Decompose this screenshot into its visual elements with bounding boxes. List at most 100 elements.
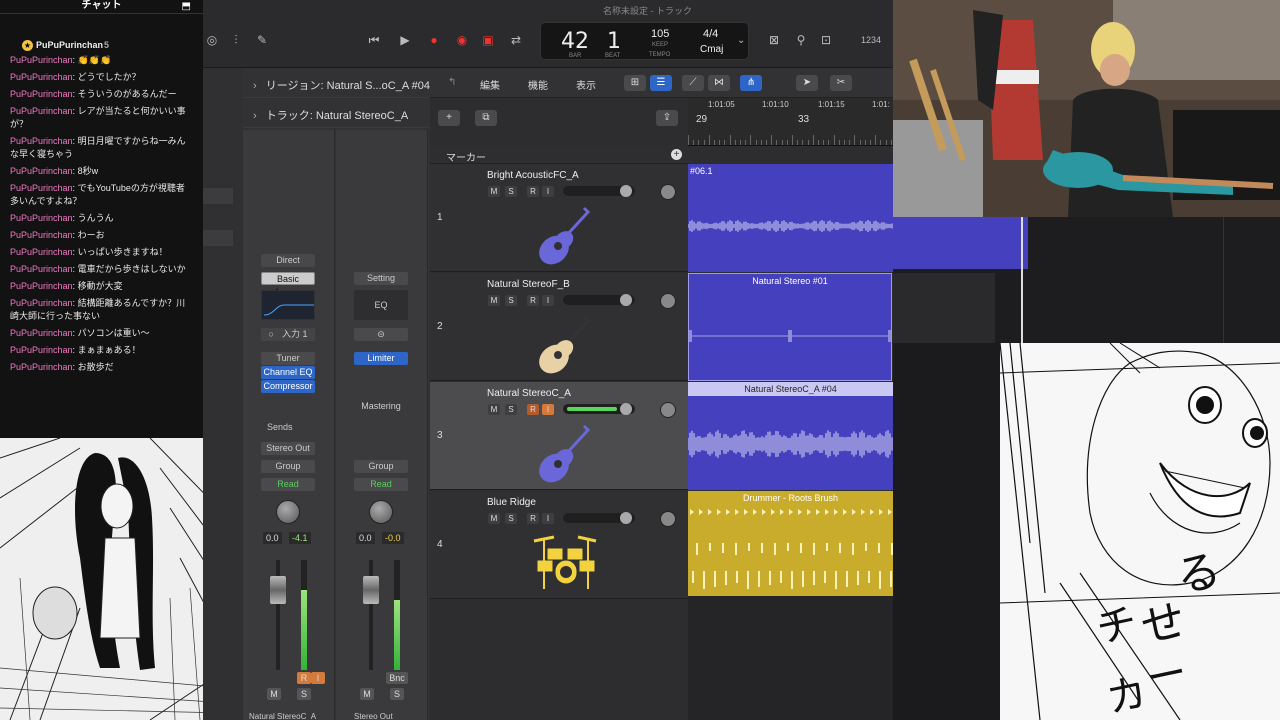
input-monitor-button[interactable]: I xyxy=(311,672,325,684)
drummer-region[interactable]: Drummer - Roots Brush xyxy=(688,491,893,599)
add-track-button[interactable]: + xyxy=(438,110,460,126)
pointer-tool-icon[interactable]: ➤ xyxy=(796,75,818,91)
chat-menu-icon[interactable]: ⬒ xyxy=(182,1,191,13)
chat-username[interactable]: PuPuPurinchan xyxy=(10,106,73,116)
track-mute-button[interactable]: M xyxy=(488,186,500,197)
chat-username[interactable]: PuPuPurinchan xyxy=(10,328,73,338)
lcd-display[interactable]: 42 1 BAR BEAT 105 KEEP TEMPO 4/4 Cmaj ⌄ xyxy=(540,22,749,60)
track-solo-button[interactable]: S xyxy=(505,404,517,415)
chat-username[interactable]: PuPuPurinchan xyxy=(10,281,73,291)
chat-username[interactable]: PuPuPurinchan xyxy=(10,264,73,274)
track-pan-knob[interactable] xyxy=(660,293,676,309)
track-pan-knob[interactable] xyxy=(660,402,676,418)
add-marker-icon[interactable]: + xyxy=(671,149,682,160)
catch-playhead-button[interactable]: ⇪ xyxy=(656,110,678,126)
mute-button[interactable]: M xyxy=(267,688,281,700)
record-button[interactable]: ● xyxy=(425,32,443,48)
chat-username[interactable]: PuPuPurinchan xyxy=(10,89,73,99)
pan-knob[interactable] xyxy=(369,500,393,524)
region-inspector-header[interactable]: › リージョン: Natural S...oC_A #04 xyxy=(243,68,430,98)
track-name[interactable]: Natural StereoF_B xyxy=(487,279,570,290)
setting-button[interactable]: Setting xyxy=(354,272,408,285)
chat-username[interactable]: PuPuPurinchan xyxy=(10,298,73,308)
track-record-button[interactable]: R xyxy=(527,295,539,306)
solo-button[interactable]: S xyxy=(297,688,311,700)
chat-username[interactable]: PuPuPurinchan xyxy=(10,362,73,372)
track-record-button[interactable]: R xyxy=(527,404,539,415)
patch-preset-button[interactable]: Basic Acou... xyxy=(261,272,315,297)
channel-eq-plugin-slot[interactable]: Channel EQ xyxy=(261,366,315,379)
metronome-off-icon[interactable]: ⊠ xyxy=(765,32,783,48)
track-mute-button[interactable]: M xyxy=(488,404,500,415)
audio-region[interactable]: Natural Stereo #01 xyxy=(688,273,892,381)
track-solo-button[interactable]: S xyxy=(505,295,517,306)
track-mute-button[interactable]: M xyxy=(488,295,500,306)
automation-read-button[interactable]: Read xyxy=(261,478,315,491)
track-mute-button[interactable]: M xyxy=(488,513,500,524)
bounce-button[interactable]: Bnc xyxy=(386,672,408,684)
scissors-tool-icon[interactable]: ✂ xyxy=(830,75,852,91)
lcd-chevron-down-icon[interactable]: ⌄ xyxy=(737,35,745,46)
tuner-icon[interactable]: ⚲ xyxy=(792,32,810,48)
track-name[interactable]: Bright AcousticFC_A xyxy=(487,170,579,181)
group-slot[interactable]: Group xyxy=(354,460,408,473)
input-mode-label[interactable]: Direct xyxy=(261,254,315,267)
tuner-plugin-slot[interactable]: Tuner xyxy=(261,352,315,365)
mastering-slot[interactable]: Mastering xyxy=(354,400,408,413)
track-header[interactable]: 1 Bright AcousticFC_A M S R I xyxy=(430,164,688,272)
list-view-icon[interactable]: ☰ xyxy=(650,75,672,91)
group-slot[interactable]: Group xyxy=(261,460,315,473)
function-menu[interactable]: 機能 xyxy=(528,77,548,92)
chat-username[interactable]: PuPuPurinchan xyxy=(10,345,73,355)
view-menu[interactable]: 表示 xyxy=(576,77,596,92)
chat-username[interactable]: PuPuPurinchan xyxy=(10,166,73,176)
duplicate-track-button[interactable]: ⧉ xyxy=(475,110,497,126)
volume-fader[interactable] xyxy=(270,576,286,604)
track-inspector-header[interactable]: › トラック: Natural StereoC_A xyxy=(243,98,430,128)
track-pan-knob[interactable] xyxy=(660,511,676,527)
pan-knob[interactable] xyxy=(276,500,300,524)
track-header[interactable]: 4 Blue Ridge M S R I xyxy=(430,491,688,599)
audio-region[interactable]: #06.1 xyxy=(688,164,893,272)
mute-button[interactable]: M xyxy=(360,688,374,700)
eq-slot[interactable]: EQ xyxy=(354,290,408,320)
track-volume-handle[interactable] xyxy=(620,185,632,197)
chat-username[interactable]: PuPuPurinchan xyxy=(10,183,73,193)
chat-username[interactable]: PuPuPurinchan xyxy=(10,136,73,146)
pencil-icon[interactable]: ✎ xyxy=(253,32,271,48)
back-arrow-icon[interactable]: ↰ xyxy=(448,77,456,88)
limiter-plugin-slot[interactable]: Limiter xyxy=(354,352,408,365)
eq-thumbnail[interactable] xyxy=(261,290,315,320)
edit-menu[interactable]: 編集 xyxy=(480,77,500,92)
solo-icon[interactable]: ⊡ xyxy=(817,32,835,48)
rewind-button[interactable]: ⏮ xyxy=(365,32,383,48)
chat-username[interactable]: PuPuPurinchan xyxy=(10,247,73,257)
track-name[interactable]: Natural StereoC_A xyxy=(487,388,571,399)
volume-fader[interactable] xyxy=(363,576,379,604)
compressor-plugin-slot[interactable]: Compressor xyxy=(261,380,315,393)
empty-arrange-area[interactable] xyxy=(688,596,893,720)
chat-username[interactable]: PuPuPurinchan xyxy=(10,213,73,223)
solo-button[interactable]: S xyxy=(390,688,404,700)
cycle-button[interactable]: ⇄ xyxy=(507,32,525,48)
grid-view-icon[interactable]: ⊞ xyxy=(624,75,646,91)
automation-icon[interactable]: ⟋ xyxy=(682,75,704,91)
chat-username[interactable]: PuPuPurinchan xyxy=(10,72,73,82)
snap-icon[interactable]: ⋔ xyxy=(740,75,762,91)
chat-username[interactable]: PuPuPurinchan xyxy=(10,55,73,65)
record-enable-button[interactable]: R xyxy=(297,672,311,684)
capture-record-button[interactable]: ◉ xyxy=(453,32,471,48)
mixer-icon[interactable]: ⫶ xyxy=(227,32,245,48)
track-input-monitor-button[interactable]: I xyxy=(542,404,554,415)
track-volume-handle[interactable] xyxy=(620,403,632,415)
flex-icon[interactable]: ⋈ xyxy=(708,75,730,91)
audio-region[interactable]: Natural StereoC_A #04 xyxy=(688,382,893,490)
replace-record-button[interactable]: ▣ xyxy=(479,32,497,48)
track-record-button[interactable]: R xyxy=(527,513,539,524)
input-slot[interactable]: ○ 入力 1 xyxy=(261,328,315,341)
track-solo-button[interactable]: S xyxy=(505,513,517,524)
track-solo-button[interactable]: S xyxy=(505,186,517,197)
automation-read-button[interactable]: Read xyxy=(354,478,408,491)
track-header[interactable]: 3 Natural StereoC_A M S R I xyxy=(430,382,688,490)
chat-username[interactable]: PuPuPurinchan xyxy=(10,230,73,240)
